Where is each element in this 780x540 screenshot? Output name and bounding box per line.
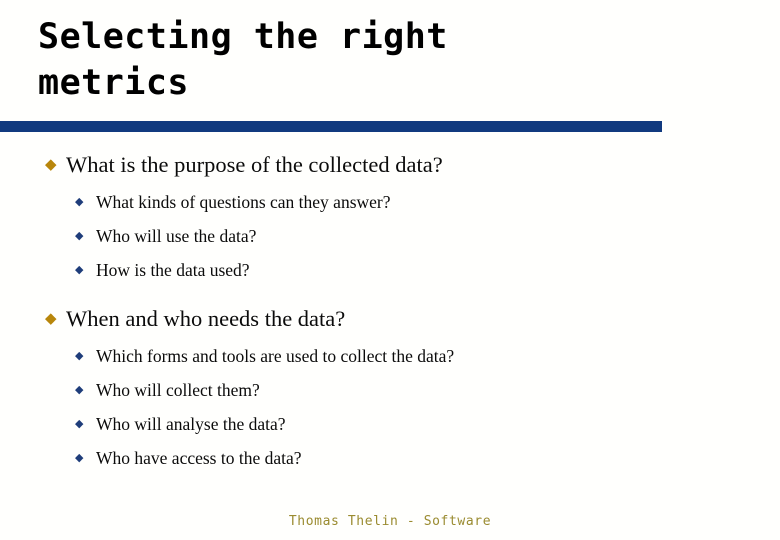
slide-footer: Thomas Thelin - Software Testing'5	[0, 496, 780, 540]
diamond-bullet-icon: ◆	[75, 452, 84, 464]
bullet-level2: ◆ Who have access to the data?	[0, 442, 780, 474]
bullet-level2: ◆ Who will collect them?	[0, 374, 780, 406]
diamond-bullet-icon: ◆	[75, 230, 84, 242]
bullet-level2-label: Who will analyse the data?	[96, 414, 286, 434]
diamond-bullet-icon: ◆	[75, 350, 84, 362]
bullet-level2-label: Who will use the data?	[96, 226, 257, 246]
bullet-level1-label: When and who needs the data?	[66, 306, 346, 331]
title-divider-rule	[0, 121, 662, 132]
page-title: Selecting the right metrics	[38, 17, 448, 103]
bullet-level1: ◆ What is the purpose of the collected d…	[0, 150, 780, 180]
diamond-bullet-icon: ◆	[75, 264, 84, 276]
bullet-level1-label: What is the purpose of the collected dat…	[66, 152, 443, 177]
bullet-level2: ◆ Which forms and tools are used to coll…	[0, 340, 780, 372]
sub-bullet-list: ◆ Which forms and tools are used to coll…	[0, 340, 780, 474]
bullet-level2-label: Which forms and tools are used to collec…	[96, 346, 455, 366]
bullet-level2: ◆ Who will analyse the data?	[0, 408, 780, 440]
diamond-bullet-icon: ◆	[75, 384, 84, 396]
diamond-bullet-icon: ◆	[45, 311, 57, 327]
bullet-level2-label: Who will collect them?	[96, 380, 260, 400]
slide: Selecting the right metrics ◆ What is th…	[0, 0, 780, 540]
sub-bullet-list: ◆ What kinds of questions can they answe…	[0, 186, 780, 286]
bullet-level2-label: What kinds of questions can they answer?	[96, 192, 391, 212]
slide-body: ◆ What is the purpose of the collected d…	[0, 150, 780, 476]
bullet-level2: ◆ How is the data used?	[0, 254, 780, 286]
diamond-bullet-icon: ◆	[75, 196, 84, 208]
bullet-level1: ◆ When and who needs the data?	[0, 304, 780, 334]
bullet-level2: ◆ What kinds of questions can they answe…	[0, 186, 780, 218]
footer-line-1: Thomas Thelin - Software	[288, 514, 492, 529]
bullet-level2: ◆ Who will use the data?	[0, 220, 780, 252]
diamond-bullet-icon: ◆	[45, 157, 57, 173]
bullet-level2-label: How is the data used?	[96, 260, 250, 280]
diamond-bullet-icon: ◆	[75, 418, 84, 430]
bullet-level2-label: Who have access to the data?	[96, 448, 302, 468]
